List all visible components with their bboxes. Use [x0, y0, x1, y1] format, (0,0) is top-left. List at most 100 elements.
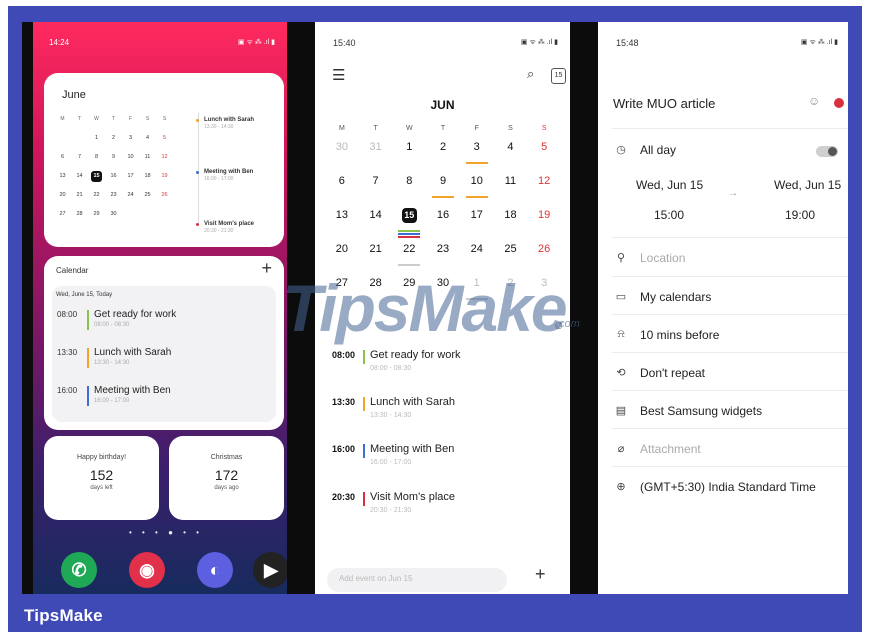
day-cell[interactable]: 24 — [122, 186, 139, 205]
widget-event-item[interactable]: Visit Mom's place 20:30 - 21:30 — [196, 221, 282, 234]
day-cell[interactable]: 17 — [122, 167, 139, 186]
day-cell[interactable]: 30 — [105, 205, 122, 224]
day-cell[interactable]: 22 — [88, 186, 105, 205]
youtube-app-icon[interactable]: ▶ — [253, 552, 287, 588]
day-cell[interactable]: 26 — [156, 186, 173, 205]
day-cell[interactable]: 10 — [122, 148, 139, 167]
birthday-countdown-widget[interactable]: Happy birthday! 152 days left — [44, 436, 159, 520]
all-day-row[interactable]: ◷ All day — [614, 143, 844, 161]
day-cell[interactable]: 9 — [105, 148, 122, 167]
day-cell[interactable]: 14 — [71, 167, 88, 186]
day-cell[interactable]: 13 — [54, 167, 71, 186]
day-cell[interactable]: 13 — [325, 204, 359, 238]
day-cell[interactable]: 16 — [426, 204, 460, 238]
start-date[interactable]: Wed, Jun 15 — [636, 178, 703, 192]
add-event-input[interactable]: Add event on Jun 15 — [327, 568, 507, 592]
day-cell[interactable]: 9 — [426, 170, 460, 204]
day-cell[interactable]: 5 — [527, 136, 561, 170]
phone-app-icon[interactable]: ✆ — [61, 552, 97, 588]
day-cell[interactable] — [156, 205, 173, 224]
day-cell[interactable]: 2 — [105, 129, 122, 148]
day-cell[interactable]: 6 — [54, 148, 71, 167]
menu-icon[interactable]: ☰ — [332, 66, 345, 84]
end-time[interactable]: 19:00 — [785, 208, 815, 222]
day-cell[interactable]: 1 — [392, 136, 426, 170]
day-cell[interactable]: 25 — [139, 186, 156, 205]
day-cell[interactable]: 6 — [325, 170, 359, 204]
day-cell[interactable]: 11 — [139, 148, 156, 167]
timezone-row[interactable]: ⊕ (GMT+5:30) India Standard Time — [614, 480, 844, 498]
day-cell[interactable]: 30 — [325, 136, 359, 170]
day-cell[interactable]: 3 — [122, 129, 139, 148]
add-event-button[interactable]: + — [261, 258, 272, 279]
christmas-countdown-widget[interactable]: Christmas 172 days ago — [169, 436, 284, 520]
day-cell[interactable]: 22 — [392, 238, 426, 272]
sticker-icon[interactable]: ☺ — [808, 94, 820, 108]
day-cell[interactable]: 25 — [494, 238, 528, 272]
day-cell[interactable]: 18 — [139, 167, 156, 186]
day-cell[interactable]: 27 — [54, 205, 71, 224]
day-cell[interactable] — [122, 205, 139, 224]
day-cell[interactable]: 4 — [494, 136, 528, 170]
day-cell[interactable] — [71, 129, 88, 148]
internet-app-icon[interactable]: ◐ — [197, 552, 233, 588]
day-cell[interactable]: 8 — [392, 170, 426, 204]
day-cell[interactable]: 11 — [494, 170, 528, 204]
day-cell[interactable]: 28 — [71, 205, 88, 224]
attachment-row[interactable]: ⌀ Attachment — [614, 442, 844, 460]
day-cell[interactable]: 4 — [139, 129, 156, 148]
notes-row[interactable]: ▤ Best Samsung widgets — [614, 404, 844, 422]
day-cell[interactable]: 2 — [426, 136, 460, 170]
start-time[interactable]: 15:00 — [654, 208, 684, 222]
day-cell[interactable]: 29 — [88, 205, 105, 224]
weekday-label: M — [338, 125, 345, 132]
month-calendar-widget[interactable]: June MTWTFSS 1 2 3 4 5 6 7 8 9 10 11 12 13 14 15 16 17 18… — [44, 73, 284, 247]
month-title[interactable]: JUN — [315, 98, 570, 112]
day-cell[interactable]: 15 — [392, 204, 426, 238]
day-cell[interactable]: 10 — [460, 170, 494, 204]
repeat-row[interactable]: ⟲ Don't repeat — [614, 366, 844, 384]
today-button[interactable]: 15 — [551, 68, 566, 84]
all-day-toggle[interactable] — [816, 146, 838, 157]
day-cell[interactable]: 21 — [71, 186, 88, 205]
day-cell[interactable]: 19 — [527, 204, 561, 238]
day-cell[interactable]: 1 — [88, 129, 105, 148]
day-cell[interactable]: 23 — [426, 238, 460, 272]
day-cell[interactable]: 12 — [156, 148, 173, 167]
day-cell[interactable]: 20 — [54, 186, 71, 205]
day-cell[interactable]: 5 — [156, 129, 173, 148]
end-date[interactable]: Wed, Jun 15 — [774, 178, 841, 192]
day-cell[interactable]: 12 — [527, 170, 561, 204]
day-cell[interactable]: 31 — [359, 136, 393, 170]
day-cell[interactable]: 23 — [105, 186, 122, 205]
attachment-field[interactable]: Attachment — [640, 442, 701, 456]
location-field[interactable]: Location — [640, 251, 685, 265]
add-event-plus-button[interactable]: + — [535, 564, 546, 585]
day-cell[interactable]: 20 — [325, 238, 359, 272]
day-cell[interactable] — [54, 129, 71, 148]
day-cell[interactable]: 8 — [88, 148, 105, 167]
event-color-picker[interactable] — [834, 98, 844, 108]
reminder-row[interactable]: ⍾ 10 mins before — [614, 328, 844, 346]
day-cell[interactable]: 7 — [359, 170, 393, 204]
search-icon[interactable]: ⌕ — [527, 66, 534, 82]
day-cell[interactable]: 17 — [460, 204, 494, 238]
day-cell[interactable]: 14 — [359, 204, 393, 238]
widget-event-item[interactable]: Meeting with Ben 16:00 - 17:00 — [196, 169, 282, 182]
location-row[interactable]: ⚲ Location — [614, 251, 844, 269]
day-cell[interactable]: 26 — [527, 238, 561, 272]
calendar-row[interactable]: ▭ My calendars — [614, 290, 844, 308]
day-cell[interactable]: 15 — [88, 167, 105, 186]
day-cell[interactable]: 3 — [460, 136, 494, 170]
widget-event-item[interactable]: Lunch with Sarah 13:30 - 14:30 — [196, 117, 282, 130]
event-title-field[interactable]: Write MUO article — [613, 96, 715, 111]
day-cell[interactable]: 21 — [359, 238, 393, 272]
day-cell[interactable]: 16 — [105, 167, 122, 186]
day-cell[interactable]: 19 — [156, 167, 173, 186]
day-cell[interactable] — [139, 205, 156, 224]
camera-app-icon[interactable]: ◉ — [129, 552, 165, 588]
agenda-widget[interactable]: Calendar + Wed, June 15, Today 08:00 Get … — [44, 256, 284, 430]
day-cell[interactable]: 7 — [71, 148, 88, 167]
day-cell[interactable]: 24 — [460, 238, 494, 272]
day-cell[interactable]: 18 — [494, 204, 528, 238]
